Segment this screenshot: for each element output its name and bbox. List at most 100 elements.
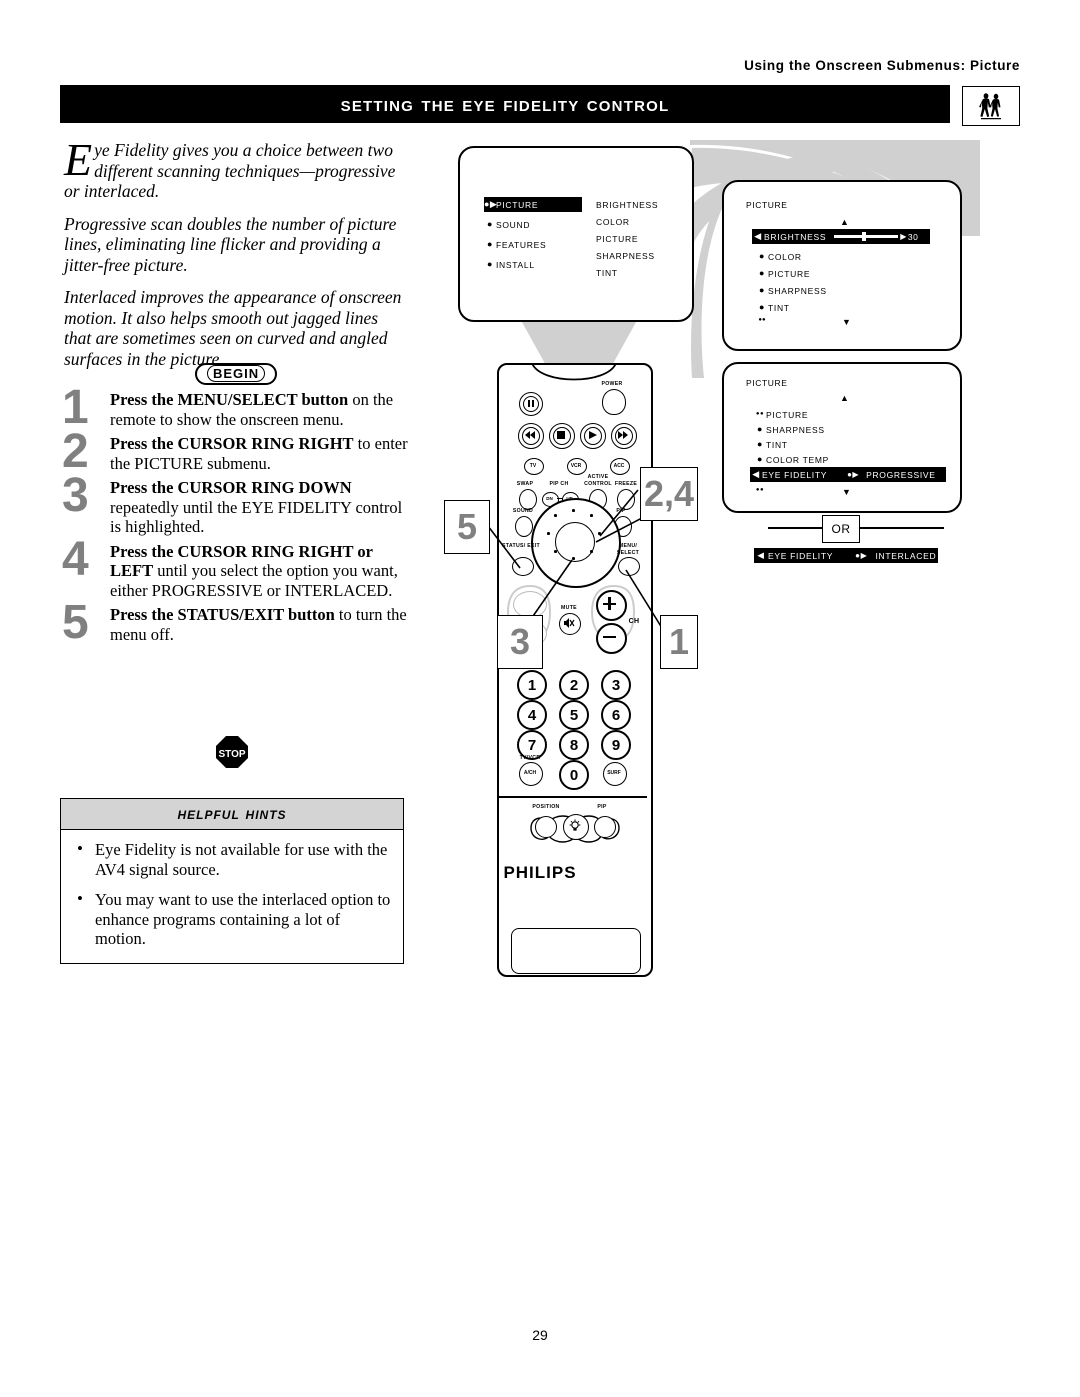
selector-arrows-icon: ●▶ (855, 551, 868, 560)
scroll-up-arrow-icon[interactable]: ▲ (840, 218, 849, 227)
osd-item-sharpness[interactable]: ● SHARPNESS (756, 284, 827, 297)
intro-text: Eye Fidelity gives you a choice between … (64, 134, 404, 381)
right-arrow-icon: ▶ (900, 232, 907, 241)
stacked-bullets-icon: ●● (758, 317, 766, 323)
selector-arrows-icon: ●▶ (847, 470, 860, 479)
osd-label: COLOR TEMP (766, 454, 830, 465)
pip-bottom-button[interactable] (594, 816, 616, 838)
position-label: POSITION (532, 804, 560, 810)
play-icon (589, 431, 597, 439)
helpful-hints-title: Helpful Hints (61, 799, 403, 830)
power-button[interactable] (602, 389, 626, 415)
osd-submenu-item[interactable]: SHARPNESS (596, 251, 658, 268)
drop-cap: E (64, 134, 93, 185)
remote-brand: PHILIPS (503, 863, 577, 882)
osd-label: TINT (768, 302, 790, 313)
bullet-icon: ● (759, 251, 765, 261)
osd-item-sound[interactable]: ● SOUND (484, 218, 530, 231)
slider-knob[interactable] (862, 232, 867, 241)
osd-submenu-item[interactable]: COLOR (596, 217, 658, 234)
light-bulb-icon (568, 819, 582, 833)
osd-item-brightness[interactable]: ◀ BRIGHTNESS ▶ 30 (752, 229, 930, 244)
keypad-button-5[interactable]: 5 (559, 700, 589, 730)
osd-item-features[interactable]: ● FEATURES (484, 238, 546, 251)
stacked-bullets-icon: ●● (755, 411, 765, 417)
osd-submenu-list: BRIGHTNESS COLOR PICTURE SHARPNESS TINT (596, 200, 658, 285)
osd-item-tint[interactable]: ● TINT (756, 301, 790, 314)
osd-submenu-item[interactable]: TINT (596, 268, 658, 285)
intro-paragraph-1-text: ye Fidelity gives you a choice between t… (64, 140, 396, 201)
or-box: OR (822, 515, 860, 543)
rewind-icon (525, 431, 536, 439)
bullet-icon: ● (757, 439, 763, 449)
keypad-button-8[interactable]: 8 (559, 730, 589, 760)
pause-icon-bar-left (527, 400, 530, 407)
osd-more-items-indicator: ●● (756, 314, 768, 327)
osd-submenu-item[interactable]: PICTURE (596, 234, 658, 251)
scroll-up-arrow-icon[interactable]: ▲ (840, 394, 849, 403)
page-title-bar: Setting the Eye Fidelity Control (60, 85, 950, 123)
bullet-icon: ● (759, 285, 765, 295)
step-item: 3 Press the CURSOR RING DOWN repeatedly … (62, 472, 410, 537)
osd-label: SHARPNESS (768, 285, 827, 296)
bullet-icon: ● (487, 259, 493, 269)
callout-2-4: 2,4 (640, 467, 698, 521)
slider-track (834, 232, 899, 241)
power-label: POWER (601, 381, 623, 387)
step-rest: repeatedly until the EYE FIDELITY contro… (110, 497, 403, 537)
step-item: 5 Press the STATUS/EXIT button to turn t… (62, 599, 410, 647)
begin-badge: BEGIN (195, 363, 278, 385)
step-bold: Press the MENU/SELECT button (110, 390, 349, 409)
osd-label: FEATURES (496, 239, 547, 250)
cursor-marker-icon: ●▶ (484, 199, 498, 209)
osd-label: SOUND (496, 219, 531, 230)
eye-fidelity-value: PROGRESSIVE (866, 469, 936, 480)
osd-item-tint[interactable]: ● TINT (754, 438, 788, 451)
osd-item-eye-fidelity-interlaced[interactable]: ◀ EYE FIDELITY ●▶ INTERLACED (754, 548, 938, 563)
step-text: Press the MENU/SELECT button on the remo… (110, 390, 410, 429)
osd-label: PICTURE (496, 199, 539, 210)
keypad-button-4[interactable]: 4 (517, 700, 547, 730)
keypad-button-6[interactable]: 6 (601, 700, 631, 730)
left-arrow-icon: ◀ (757, 550, 765, 560)
a-ch-label: A/CH (523, 770, 537, 776)
step-bold: Press the CURSOR RING RIGHT (110, 434, 354, 453)
keypad-button-9[interactable]: 9 (601, 730, 631, 760)
osd-item-sharpness[interactable]: ● SHARPNESS (754, 423, 825, 436)
step-text: Press the CURSOR RING DOWN repeatedly un… (110, 478, 410, 537)
osd-item-picture[interactable]: ●● PICTURE (754, 408, 808, 421)
osd-item-picture[interactable]: ●▶ PICTURE (484, 197, 582, 212)
step-number: 4 (62, 532, 89, 586)
stop-badge: STOP (215, 735, 249, 769)
begin-badge-label: BEGIN (207, 365, 266, 382)
osd-more-items-indicator: ●● (754, 484, 766, 497)
osd-item-install[interactable]: ● INSTALL (484, 258, 535, 271)
brightness-slider[interactable]: ▶ 30 (834, 232, 918, 242)
remote-divider (499, 796, 647, 798)
remote-bottom-panel (511, 928, 641, 974)
osd-label: EYE FIDELITY (768, 550, 834, 561)
osd-item-eye-fidelity[interactable]: ◀ EYE FIDELITY ●▶ PROGRESSIVE (750, 467, 946, 482)
bullet-icon: ● (487, 239, 493, 249)
osd-label: BRIGHTNESS (764, 231, 827, 242)
tv-vcr-label: TV/VCR (519, 755, 541, 761)
stop-icon (557, 431, 565, 439)
osd-label: TINT (766, 439, 788, 450)
osd-submenu-item[interactable]: BRIGHTNESS (596, 200, 658, 217)
bullet-icon: ● (759, 268, 765, 278)
keypad-button-0[interactable]: 0 (559, 760, 589, 790)
surf-label: SURF (607, 770, 621, 776)
position-button[interactable] (535, 816, 557, 838)
stacked-bullets-icon: ●● (755, 487, 765, 493)
osd-item-color[interactable]: ● COLOR (756, 250, 802, 263)
left-arrow-icon: ◀ (752, 469, 760, 479)
brightness-value: 30 (907, 231, 919, 242)
scroll-down-arrow-icon[interactable]: ▼ (842, 488, 851, 497)
intro-paragraph-1: Eye Fidelity gives you a choice between … (64, 134, 404, 202)
scroll-down-arrow-icon[interactable]: ▼ (842, 318, 851, 327)
people-watching-tv-icon (962, 86, 1020, 126)
osd-item-picture[interactable]: ● PICTURE (756, 267, 810, 280)
osd-item-color-temp[interactable]: ● COLOR TEMP (754, 453, 829, 466)
stop-badge-label: STOP (218, 749, 245, 760)
callout-3: 3 (497, 615, 543, 669)
